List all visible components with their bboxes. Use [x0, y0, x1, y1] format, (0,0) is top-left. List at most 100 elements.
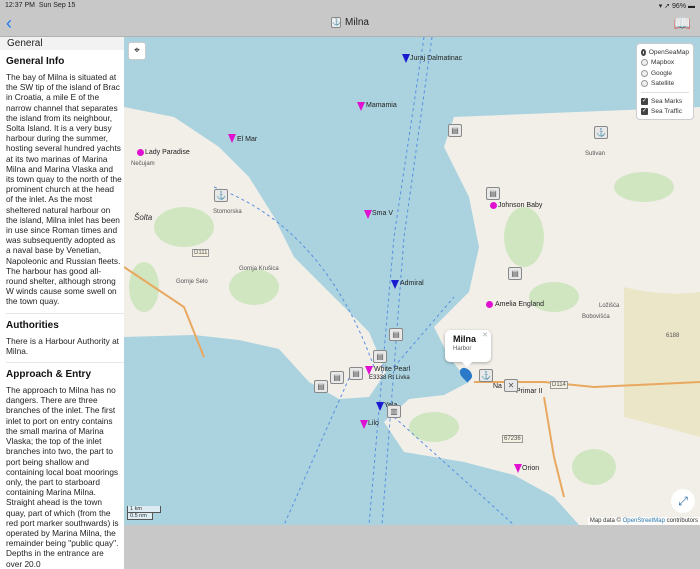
vessel-marker[interactable]	[364, 210, 372, 219]
vessel-marker[interactable]	[365, 366, 373, 375]
road-label: D114	[550, 381, 568, 389]
radio-icon	[641, 48, 646, 56]
radio-icon	[641, 69, 648, 77]
approach-text: The approach to Milna has no dangers. Th…	[6, 385, 119, 569]
place-label: Sutivan	[585, 151, 606, 157]
harbour-marker[interactable]: ⚓	[594, 126, 608, 139]
place-label: Bobovišća	[582, 314, 610, 320]
place-label: Nečujam	[131, 161, 155, 167]
harbour-marker[interactable]: ⚓	[214, 189, 228, 202]
place-label: Gornja Krušica	[239, 266, 279, 272]
harbour-marker[interactable]: ▤	[349, 367, 363, 380]
overlay-sea-traffic[interactable]: ✓ Sea Traffic	[641, 107, 689, 118]
layer-label: OpenSeaMap	[648, 48, 689, 56]
book-icon[interactable]: 📖	[674, 15, 691, 32]
section-header: General	[0, 37, 124, 50]
close-icon[interactable]: ✕	[482, 331, 488, 339]
map-view[interactable]: ⌖ Juraj Dalmatinac Mamamia El Mar Lady P…	[124, 37, 700, 525]
vessel-label: White Pearl	[374, 366, 411, 373]
location-button[interactable]: ⌖	[128, 42, 146, 60]
radio-icon	[641, 80, 648, 88]
harbour-marker[interactable]: ▤	[389, 328, 403, 341]
expand-icon[interactable]: ⤢	[671, 489, 695, 513]
checkbox-icon: ✓	[641, 108, 648, 116]
vessel-marker[interactable]	[137, 149, 144, 156]
harbour-marker[interactable]: ▤	[330, 371, 344, 384]
harbour-marker[interactable]: ⚓	[479, 369, 493, 382]
vessel-label: Lady Paradise	[145, 149, 190, 156]
divider	[6, 362, 124, 364]
place-label: Gornje Selo	[176, 279, 208, 285]
scale-nm: 0.5 nm	[127, 513, 153, 520]
vessel-marker[interactable]	[490, 202, 497, 209]
vessel-marker[interactable]	[402, 54, 410, 63]
info-sidebar[interactable]: General General Info The bay of Milna is…	[0, 37, 124, 569]
vessel-label: Juraj Dalmatinac	[410, 55, 463, 62]
layer-label: Mapbox	[651, 59, 675, 67]
layer-option-mapbox[interactable]: Mapbox	[641, 58, 689, 69]
harbour-marker[interactable]: ✕	[504, 379, 518, 392]
vessel-label: Amelia England	[495, 301, 545, 308]
vessel-marker[interactable]	[486, 301, 493, 308]
attribution-prefix: Map data ©	[589, 518, 621, 524]
harbour-marker[interactable]: ▤	[486, 187, 500, 200]
layer-option-google[interactable]: Google	[641, 68, 689, 79]
harbour-popup[interactable]: ✕ Milna Harbor	[445, 330, 491, 367]
vessel-label: Johnson Baby	[498, 202, 543, 209]
overlay-label: Sea Marks	[651, 97, 683, 105]
divider	[6, 312, 124, 314]
road-label: 6188	[666, 333, 680, 339]
vessel-label: El Mar	[237, 136, 258, 143]
vessel-marker[interactable]	[376, 402, 384, 411]
vessel-marker[interactable]	[357, 102, 365, 111]
harbour-marker[interactable]: ▤	[508, 267, 522, 280]
layer-option-satellite[interactable]: Satellite	[641, 79, 689, 90]
overlay-label: Sea Traffic	[651, 108, 682, 116]
light-label: E3338 Rt Livka	[369, 375, 410, 381]
place-label: Ložišća	[599, 303, 620, 309]
authorities-text: There is a Harbour Authority at Milna.	[6, 335, 119, 356]
popup-subtitle: Harbor	[453, 346, 472, 352]
harbour-marker[interactable]: ▤	[314, 380, 328, 393]
anchor-icon: ⚓	[331, 17, 342, 28]
lighthouse-marker[interactable]: ▥	[387, 405, 401, 418]
overlay-sea-marks[interactable]: ✓ Sea Marks	[641, 96, 689, 107]
vessel-marker[interactable]	[228, 134, 236, 143]
road-label: 67236	[502, 435, 523, 443]
map-layer-selector: OpenSeaMap Mapbox Google Satellite ✓ Sea …	[636, 43, 694, 120]
place-label: Šolta	[134, 213, 153, 222]
harbour-marker[interactable]: ▤	[373, 350, 387, 363]
vessel-label: Sma V	[372, 210, 394, 217]
vessel-label: Mamamia	[366, 102, 397, 109]
road-label: D111	[192, 249, 210, 257]
general-info-text: The bay of Milna is situated at the SW t…	[6, 72, 122, 307]
layer-label: Satellite	[651, 80, 675, 88]
vessel-label: Admiral	[400, 280, 424, 287]
map-attribution: Map data © OpenStreetMap contributors	[587, 517, 700, 525]
vessel-label: Primar II	[516, 388, 543, 395]
authorities-heading: Authorities	[6, 319, 59, 331]
divider	[641, 92, 689, 93]
vessel-label: Orion	[522, 465, 540, 472]
harbour-marker[interactable]: ▤	[448, 124, 462, 137]
vessel-marker[interactable]	[360, 420, 368, 429]
general-info-heading: General Info	[6, 56, 65, 67]
vessel-marker[interactable]	[514, 464, 522, 473]
vessel-label: Lilo	[368, 420, 379, 427]
status-bar: 12:37 PM Sun Sep 15 ▾ ➚ 96% ▬	[0, 0, 700, 10]
popup-title: Milna	[453, 334, 477, 344]
vessel-label: Na	[493, 383, 502, 390]
layer-label: Google	[651, 69, 672, 77]
upland-area	[624, 287, 700, 437]
vessel-marker[interactable]	[391, 280, 399, 289]
scale-bar: 1 km 0.5 nm	[127, 506, 161, 520]
checkbox-icon: ✓	[641, 97, 648, 105]
navigation-bar: ‹ ⚓ Milna 📖	[0, 10, 700, 37]
status-time: 12:37 PM	[5, 2, 35, 9]
layer-option-openseamap[interactable]: OpenSeaMap	[641, 47, 689, 58]
status-date: Sun Sep 15	[38, 2, 76, 9]
battery-level: 96%	[672, 3, 687, 10]
openstreetmap-link[interactable]: OpenStreetMap	[623, 518, 665, 524]
page-title: ⚓ Milna	[0, 17, 700, 28]
place-label: Stomorska	[213, 209, 242, 215]
